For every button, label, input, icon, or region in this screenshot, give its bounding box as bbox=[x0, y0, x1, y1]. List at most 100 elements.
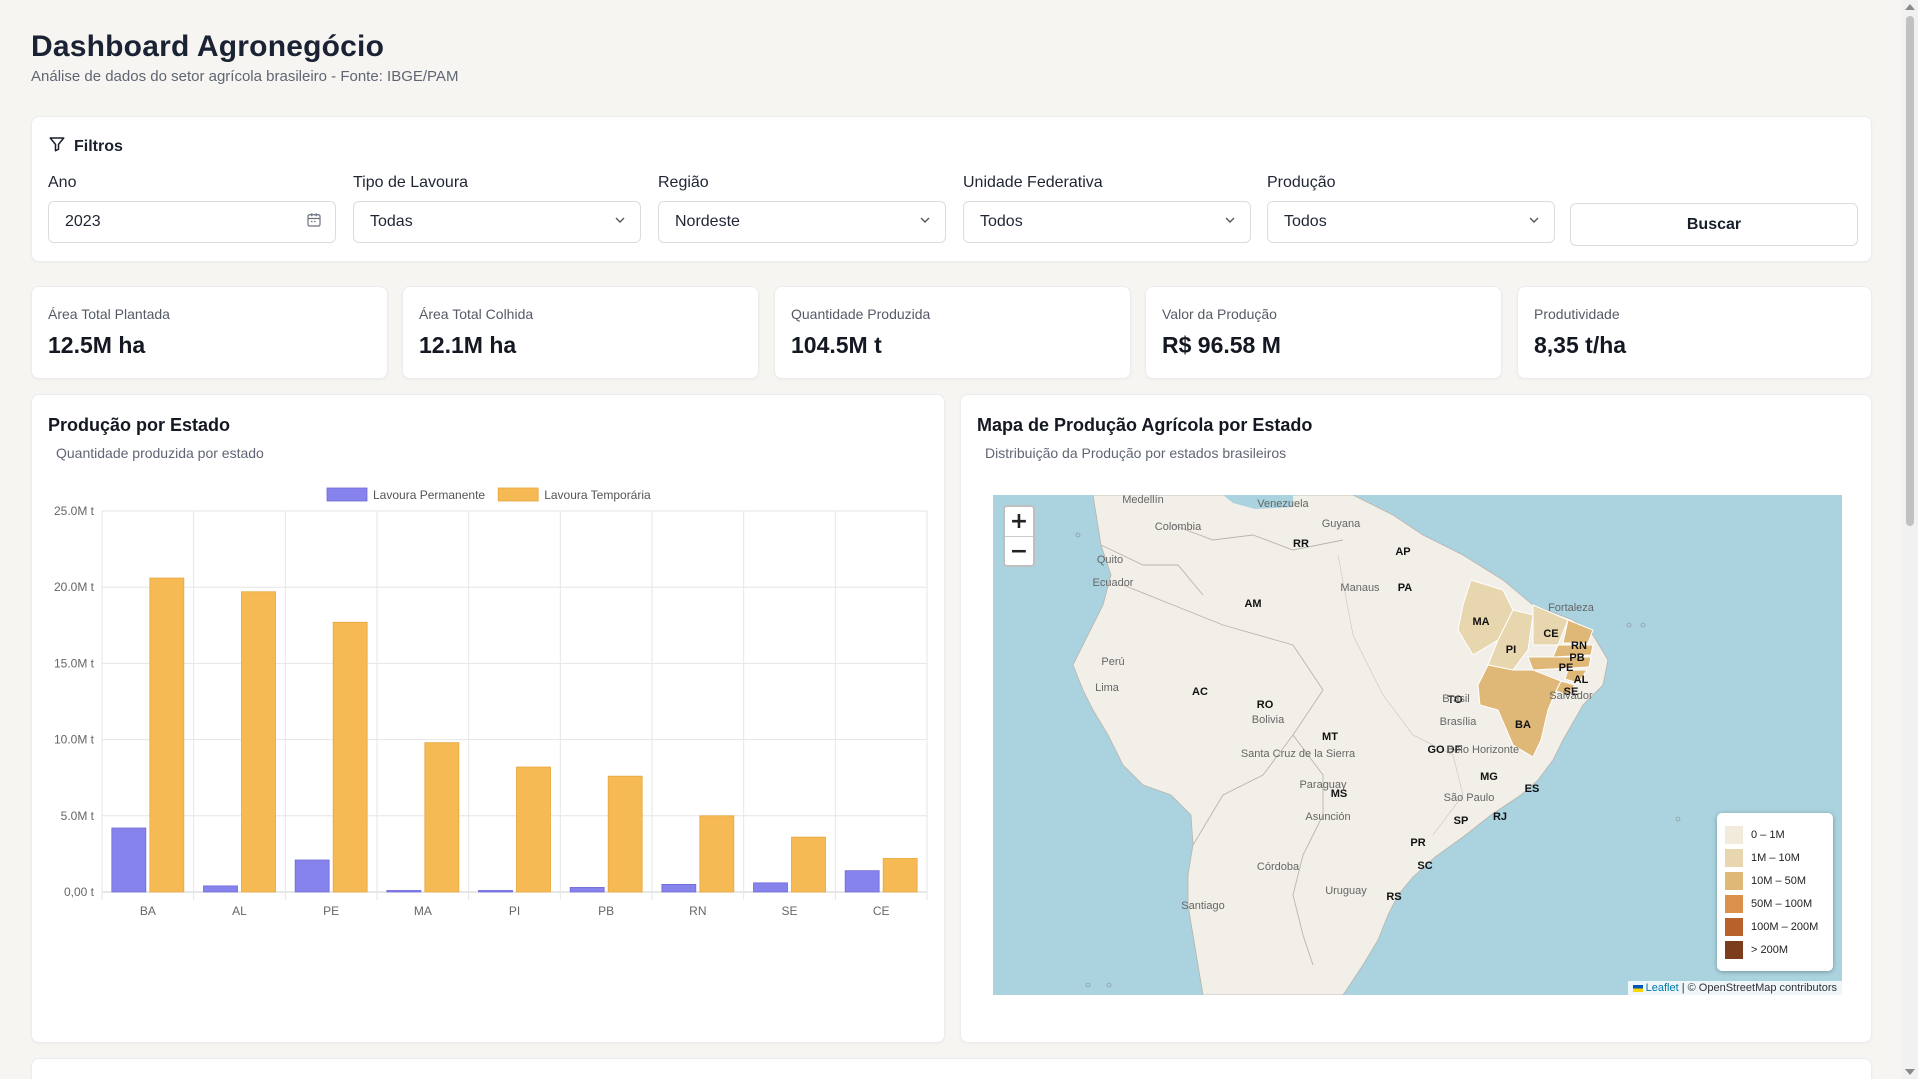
tipo-lavoura-value: Todas bbox=[370, 213, 413, 230]
kpi-label: Valor da Produção bbox=[1162, 306, 1277, 322]
calendar-icon[interactable] bbox=[305, 211, 323, 234]
legend-label: Lavoura Permanente bbox=[373, 488, 485, 502]
producao-select[interactable]: Todos bbox=[1267, 201, 1555, 243]
filters-header: Filtros bbox=[48, 135, 123, 158]
uf-select[interactable]: Todos bbox=[963, 201, 1251, 243]
state-label-pe: PE bbox=[1559, 662, 1574, 674]
ukraine-flag-icon bbox=[1632, 984, 1643, 992]
y-tick-label: 0,00 t bbox=[64, 885, 95, 899]
map-legend-item: 1M – 10M bbox=[1725, 846, 1825, 869]
bar-temporaria-al bbox=[241, 591, 276, 893]
scroll-up-arrow-icon[interactable] bbox=[1905, 4, 1915, 10]
zoom-out-button[interactable]: − bbox=[1005, 536, 1033, 565]
map-legend-label: 10M – 50M bbox=[1751, 874, 1807, 887]
bar-permanente-pb bbox=[569, 887, 605, 893]
place-label: São Paulo bbox=[1444, 792, 1495, 804]
x-tick-label: RN bbox=[689, 904, 706, 918]
place-label: Guyana bbox=[1322, 518, 1361, 530]
filter-uf: Unidade Federativa Todos bbox=[963, 174, 1251, 243]
state-label-pr: PR bbox=[1410, 837, 1425, 849]
map-attribution: Leaflet | © OpenStreetMap contributors bbox=[1627, 981, 1842, 995]
place-label: Venezuela bbox=[1257, 498, 1309, 510]
state-label-ro: RO bbox=[1257, 699, 1274, 711]
year-input[interactable]: 2023 bbox=[48, 201, 336, 243]
scroll-down-arrow-icon[interactable] bbox=[1905, 1069, 1915, 1075]
map-legend-swatch bbox=[1725, 848, 1743, 867]
bar-permanente-ba bbox=[111, 827, 147, 893]
kpi-quantidade-produzida: Quantidade Produzida 104.5M t bbox=[774, 286, 1131, 379]
y-tick-label: 10.0M t bbox=[54, 733, 95, 747]
bar-temporaria-ce bbox=[882, 858, 918, 893]
x-tick-label: SE bbox=[781, 904, 797, 918]
state-label-ac: AC bbox=[1192, 686, 1208, 698]
filter-icon bbox=[48, 135, 66, 158]
map-legend-swatch bbox=[1725, 825, 1743, 844]
zoom-control: + − bbox=[1003, 505, 1035, 567]
state-label-am: AM bbox=[1244, 598, 1261, 610]
place-label: Córdoba bbox=[1257, 861, 1300, 873]
y-tick-label: 25.0M t bbox=[54, 504, 95, 518]
scroll-thumb[interactable] bbox=[1906, 16, 1914, 526]
state-label-mt: MT bbox=[1322, 731, 1338, 743]
x-tick-label: BA bbox=[140, 904, 156, 918]
map-legend-item: 100M – 200M bbox=[1725, 915, 1825, 938]
legend-swatch bbox=[326, 487, 368, 502]
bar-permanente-se bbox=[753, 882, 788, 893]
kpi-area-plantada: Área Total Plantada 12.5M ha bbox=[31, 286, 388, 379]
place-label: Uruguay bbox=[1325, 885, 1367, 897]
filter-uf-label: Unidade Federativa bbox=[963, 174, 1103, 191]
bar-permanente-ma bbox=[386, 890, 422, 893]
place-label: Colombia bbox=[1155, 521, 1202, 533]
kpi-area-colhida: Área Total Colhida 12.1M ha bbox=[402, 286, 759, 379]
regiao-value: Nordeste bbox=[675, 213, 740, 230]
x-tick-label: CE bbox=[873, 904, 890, 918]
chevron-down-icon bbox=[612, 212, 628, 233]
map-canvas[interactable]: RR AP PA AM MA CE RN PI PB PE AL SE TO BA AC RO MT GO DF MG… bbox=[993, 495, 1842, 995]
legend-swatch bbox=[497, 487, 539, 502]
place-label: Belo Horizonte bbox=[1447, 744, 1519, 756]
map-panel: Mapa de Produção Agrícola por Estado Dis… bbox=[960, 394, 1872, 1043]
page-scrollbar[interactable] bbox=[1902, 0, 1918, 1079]
place-label: Manaus bbox=[1340, 582, 1380, 594]
state-label-rs: RS bbox=[1386, 891, 1401, 903]
bar-temporaria-se bbox=[791, 836, 826, 893]
chevron-down-icon bbox=[917, 212, 933, 233]
map-legend: 0 – 1M 1M – 10M 10M – 50M 50M – 100M 100M – … bbox=[1717, 813, 1833, 971]
place-label: Perú bbox=[1101, 656, 1124, 668]
place-label: Asunción bbox=[1305, 811, 1350, 823]
tipo-lavoura-select[interactable]: Todas bbox=[353, 201, 641, 243]
state-label-sc: SC bbox=[1417, 860, 1432, 872]
state-label-ce: CE bbox=[1543, 628, 1558, 640]
leaflet-link[interactable]: Leaflet bbox=[1646, 982, 1679, 994]
state-label-ba: BA bbox=[1515, 719, 1531, 731]
bar-permanente-pi bbox=[478, 890, 513, 893]
place-label: Lima bbox=[1095, 682, 1120, 694]
place-label: Quito bbox=[1097, 554, 1123, 566]
map-legend-label: 0 – 1M bbox=[1751, 828, 1785, 841]
bar-temporaria-ma bbox=[424, 742, 460, 893]
bar-temporaria-pb bbox=[607, 775, 643, 893]
state-label-ap: AP bbox=[1395, 546, 1410, 558]
kpi-valor-producao: Valor da Produção R$ 96.58 M bbox=[1145, 286, 1502, 379]
state-label-ma: MA bbox=[1472, 616, 1489, 628]
map-legend-label: 1M – 10M bbox=[1751, 851, 1800, 864]
chevron-down-icon bbox=[1222, 212, 1238, 233]
filter-ano-label: Ano bbox=[48, 174, 77, 191]
x-tick-label: PB bbox=[598, 904, 614, 918]
map-legend-item: > 200M bbox=[1725, 938, 1825, 961]
search-button[interactable]: Buscar bbox=[1570, 203, 1858, 246]
filters-heading: Filtros bbox=[74, 137, 123, 155]
regiao-select[interactable]: Nordeste bbox=[658, 201, 946, 243]
state-label-go: GO bbox=[1427, 744, 1445, 756]
state-label-rj: RJ bbox=[1493, 811, 1507, 823]
zoom-in-button[interactable]: + bbox=[1005, 507, 1033, 536]
filter-tipo-label: Tipo de Lavoura bbox=[353, 174, 469, 191]
x-tick-label: PE bbox=[323, 904, 339, 918]
filters-card: Filtros Ano 2023 Tipo de Lavoura Todas R… bbox=[31, 116, 1872, 262]
kpi-value: 12.5M ha bbox=[48, 332, 146, 358]
kpi-value: R$ 96.58 M bbox=[1162, 332, 1281, 358]
dashboard-page: Dashboard Agronegócio Análise de dados d… bbox=[0, 0, 1902, 1079]
kpi-produtividade: Produtividade 8,35 t/ha bbox=[1517, 286, 1872, 379]
chevron-down-icon bbox=[1526, 212, 1542, 233]
map-legend-swatch bbox=[1725, 940, 1743, 959]
